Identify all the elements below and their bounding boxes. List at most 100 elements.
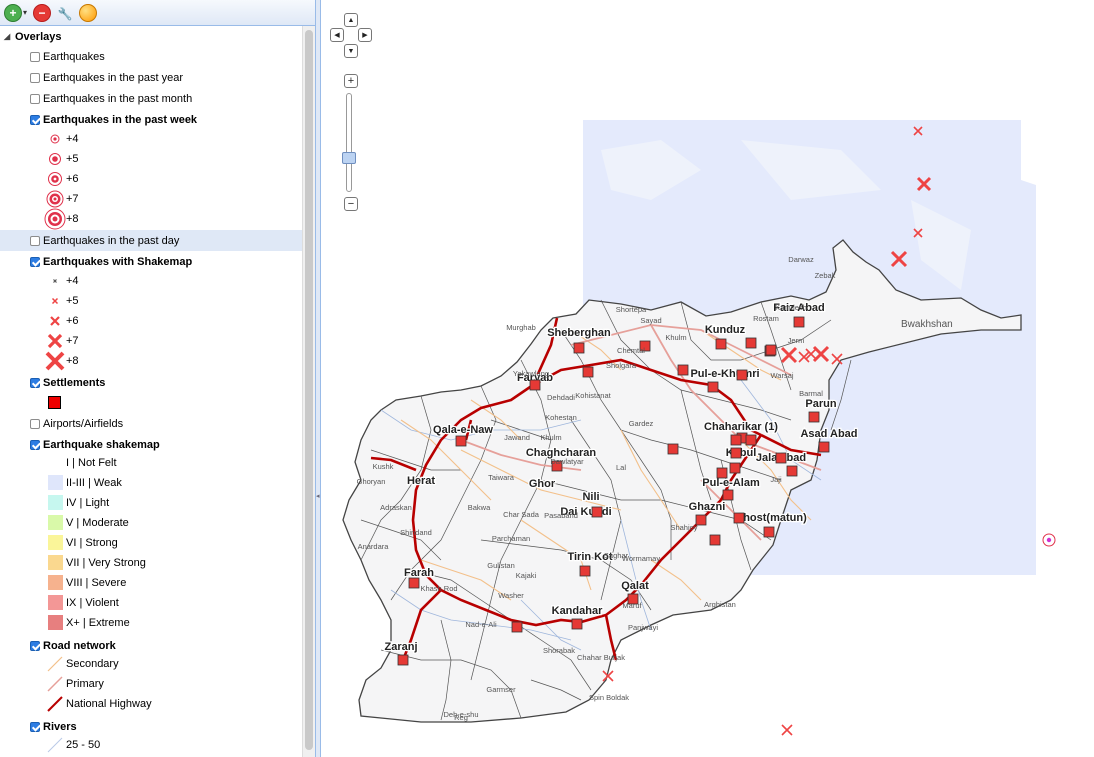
settlement-marker[interactable]: [722, 489, 734, 501]
layer-checkbox[interactable]: [30, 51, 40, 62]
layer-tree-scrollbar[interactable]: [302, 26, 316, 757]
legend-label: Secondary: [66, 657, 119, 670]
scrollbar-thumb[interactable]: [305, 30, 313, 750]
pan-left-button[interactable]: ◀: [330, 28, 344, 42]
layer-label: Earthquakes in the past year: [43, 71, 184, 84]
layer-label: Earthquakes in the past month: [43, 92, 193, 105]
layer-past-week[interactable]: Earthquakes in the past week: [0, 109, 302, 130]
layer-style-button[interactable]: [79, 3, 98, 22]
swatch-icon: [44, 553, 66, 573]
legend-label: VII | Very Strong: [66, 556, 146, 569]
remove-layer-button[interactable]: −: [33, 3, 52, 22]
settlement-marker[interactable]: [745, 337, 757, 349]
layer-checkbox[interactable]: [30, 114, 40, 125]
layer-shakemap-quakes[interactable]: Earthquakes with Shakemap: [0, 251, 302, 272]
settlement-marker[interactable]: [571, 618, 583, 630]
map-canvas[interactable]: Bwakhshan SheberghanFaryabKunduzFaiz Aba…: [321, 0, 1094, 757]
legend-label: +8: [66, 354, 79, 367]
settlement-marker[interactable]: [715, 338, 727, 350]
minus-circle-icon: −: [38, 5, 46, 20]
district-label: Jawand: [504, 433, 530, 442]
settlement-marker[interactable]: [730, 434, 742, 446]
zoom-slider-thumb[interactable]: [342, 152, 356, 164]
district-label: Anardara: [358, 542, 390, 551]
settlement-marker[interactable]: [716, 467, 728, 479]
district-label: Ghoryan: [357, 477, 386, 486]
settlement-marker[interactable]: [408, 577, 420, 589]
layer-past-day[interactable]: Earthquakes in the past day: [0, 230, 302, 251]
zoom-in-button[interactable]: +: [344, 74, 358, 88]
settlement-marker[interactable]: [707, 381, 719, 393]
expand-caret-icon[interactable]: ◢: [4, 32, 10, 41]
settlement-marker[interactable]: [808, 411, 820, 423]
add-layer-button[interactable]: +: [4, 3, 22, 22]
layer-checkbox[interactable]: [30, 256, 40, 267]
tree-node-overlays[interactable]: ◢ Overlays: [0, 26, 300, 47]
settlement-marker[interactable]: [765, 344, 777, 356]
legend-label: +7: [66, 192, 79, 205]
settlement-marker[interactable]: [579, 565, 591, 577]
settlement-marker[interactable]: [729, 462, 741, 474]
settlement-marker[interactable]: [573, 342, 585, 354]
settlement-marker[interactable]: [511, 621, 523, 633]
settlement-marker[interactable]: [397, 654, 409, 666]
layer-past-year[interactable]: Earthquakes in the past year: [0, 67, 302, 88]
layer-checkbox[interactable]: [30, 72, 40, 83]
zoom-slider-track[interactable]: [346, 93, 352, 192]
city-label: Kandahar: [552, 605, 603, 617]
settlement-marker[interactable]: [733, 512, 745, 524]
settlement-marker[interactable]: [709, 534, 721, 546]
settlement-marker[interactable]: [763, 526, 775, 538]
legend-item: +4: [0, 270, 302, 291]
layer-label: Earthquakes in the past week: [43, 113, 198, 126]
district-label: Sholgara: [606, 361, 637, 370]
layer-earthquakes[interactable]: Earthquakes: [0, 46, 302, 67]
chevron-down-icon[interactable]: ▾: [23, 8, 27, 17]
settlement-marker[interactable]: [818, 441, 830, 453]
settlement-marker[interactable]: [677, 364, 689, 376]
layer-checkbox[interactable]: [30, 439, 40, 450]
settlement-marker[interactable]: [730, 447, 742, 459]
district-label: Dehdadi: [547, 393, 575, 402]
layer-checkbox[interactable]: [30, 418, 40, 429]
settlement-marker[interactable]: [667, 443, 679, 455]
settlement-marker[interactable]: [455, 435, 467, 447]
layer-label: Airports/Airfields: [43, 417, 124, 430]
settlement-marker[interactable]: [736, 369, 748, 381]
district-label: Khulm: [540, 433, 561, 442]
settlement-marker[interactable]: [793, 316, 805, 328]
layer-past-month[interactable]: Earthquakes in the past month: [0, 88, 302, 109]
settlement-marker[interactable]: [775, 452, 787, 464]
layer-checkbox[interactable]: [30, 721, 40, 732]
pan-right-button[interactable]: ▶: [358, 28, 372, 42]
arrow-down-icon: ▼: [347, 47, 355, 55]
settlement-marker[interactable]: [529, 379, 541, 391]
shakemap-quake-marker[interactable]: [781, 724, 793, 736]
settlement-marker[interactable]: [591, 506, 603, 518]
district-label: Kushk: [373, 462, 394, 471]
layer-checkbox[interactable]: [30, 93, 40, 104]
pan-down-button[interactable]: ▼: [344, 44, 358, 58]
settlement-marker[interactable]: [745, 434, 757, 446]
layer-checkbox[interactable]: [30, 235, 40, 246]
zoom-out-button[interactable]: −: [344, 197, 358, 211]
pan-up-button[interactable]: ▲: [344, 13, 358, 27]
map-viewport[interactable]: Bwakhshan Sheberghan Faryab Kunduz Faiz Aba…: [321, 0, 1094, 757]
legend-label: +5: [66, 294, 79, 307]
legend-label: IV | Light: [66, 496, 110, 509]
layer-checkbox[interactable]: [30, 640, 40, 651]
settlement-marker[interactable]: [582, 366, 594, 378]
plus-circle-icon: +: [9, 5, 17, 20]
week-quake-marker[interactable]: [1042, 533, 1056, 547]
layer-properties-button[interactable]: 🔧: [57, 5, 73, 21]
layer-settlements[interactable]: Settlements: [0, 372, 302, 393]
city-label: Sheberghan: [547, 327, 611, 339]
collapse-arrow-icon[interactable]: ◂: [316, 492, 320, 500]
layer-checkbox[interactable]: [30, 377, 40, 388]
district-label: Rostam: [753, 314, 779, 323]
settlement-marker[interactable]: [786, 465, 798, 477]
district-label: Kamdesh: [775, 303, 807, 312]
city-label: Farah: [404, 567, 434, 579]
arrow-right-icon: ▶: [362, 32, 368, 39]
layer-airports[interactable]: Airports/Airfields: [0, 413, 302, 434]
